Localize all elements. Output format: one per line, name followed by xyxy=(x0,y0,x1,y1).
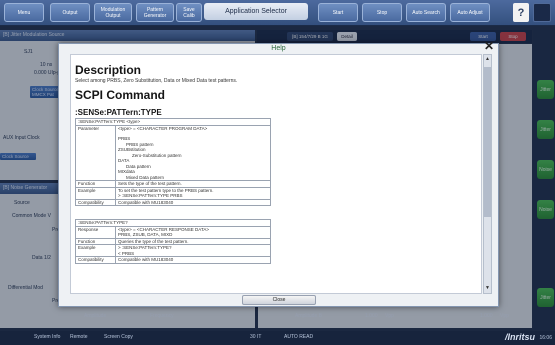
help-content: Description Select among PRBS, Zero Subs… xyxy=(70,54,482,294)
scroll-thumb[interactable] xyxy=(484,67,491,217)
help-button[interactable]: ? xyxy=(513,3,529,22)
system-info-button[interactable]: System Info xyxy=(34,334,60,340)
help-title: Help xyxy=(271,45,286,52)
output-button[interactable]: Output xyxy=(50,3,90,22)
scroll-down-icon[interactable]: ▼ xyxy=(484,284,491,293)
top-toolbar: Menu Output Modulation Output Pattern Ge… xyxy=(0,0,555,26)
screen-copy-button[interactable]: Screen Copy xyxy=(104,334,133,340)
response-key: Response xyxy=(75,225,116,239)
compatibility-key: Compatibility xyxy=(75,198,116,206)
auto-search-button[interactable]: Auto Search xyxy=(406,3,446,22)
example-cell: To set the test pattern type to the PRBS… xyxy=(115,186,271,200)
description-text: Select among PRBS, Zero Substitution, Da… xyxy=(75,78,238,84)
start-button[interactable]: Start xyxy=(318,3,358,22)
stop-button[interactable]: Stop xyxy=(362,3,402,22)
status-bar: System Info Remote Screen Copy 30 IT AUT… xyxy=(0,331,555,345)
example-key: Example xyxy=(75,186,116,200)
pattern-generator-button[interactable]: Pattern Generator xyxy=(136,3,174,22)
scpi-heading: SCPI Command xyxy=(75,88,166,102)
compatibility-value: Compatible with MU183040 xyxy=(115,198,271,206)
command-name: :SENSe:PATTern:TYPE xyxy=(75,108,162,117)
help-close-icon[interactable]: ✕ xyxy=(482,39,496,53)
remote-button[interactable]: Remote xyxy=(70,334,88,340)
parameter-cell: <type> = <CHARACTER PROGRAM DATA> PRBS P… xyxy=(115,124,271,181)
example-value-2: > :SENSe:PATTern:TYPE PRBS xyxy=(118,193,183,198)
menu-button[interactable]: Menu xyxy=(4,3,44,22)
query-example-key: Example xyxy=(75,244,116,257)
help-scrollbar[interactable]: ▲ ▼ xyxy=(483,54,492,294)
panel-toggle-icon[interactable] xyxy=(533,3,551,22)
description-heading: Description xyxy=(75,63,142,77)
anritsu-logo: /Inritsu xyxy=(504,332,535,342)
auto-read-text: AUTO READ xyxy=(284,334,314,340)
query-example-cell: > :SENSe:PATTern:TYPE? < PRBS xyxy=(115,244,271,257)
auto-adjust-button[interactable]: Auto Adjust xyxy=(450,3,490,22)
close-button[interactable]: Close xyxy=(242,295,316,305)
scroll-up-icon[interactable]: ▲ xyxy=(484,55,491,64)
response-cell: <type> = <CHARACTER RESPONSE DATA> PRBS,… xyxy=(115,225,271,239)
modulation-output-button[interactable]: Modulation Output xyxy=(94,3,132,22)
command-query-table: :SENSe:PATTern:TYPE? Response <type> = <… xyxy=(75,219,271,264)
save-calib-button[interactable]: Save Calib xyxy=(176,3,202,22)
application-selector-button[interactable]: Application Selector xyxy=(204,3,308,20)
query-compatibility-key: Compatibility xyxy=(75,256,116,264)
help-dialog: Help ✕ Description Select among PRBS, Ze… xyxy=(58,39,499,307)
clock: 16:06 xyxy=(539,335,552,341)
status-mid-text: 30 IT xyxy=(250,334,262,340)
response-value-2: PRBS, ZSUB, DATA, MIXD xyxy=(118,232,173,237)
command-set-table: :SENSe:PATTern:TYPE <type> Parameter <ty… xyxy=(75,118,271,206)
option-mixdata-desc: Mixed Data pattern xyxy=(126,174,165,180)
query-compatibility-value: Compatible with MU183040 xyxy=(115,256,271,264)
query-example-value-2: < PRBS xyxy=(118,250,135,256)
parameter-key: Parameter xyxy=(75,124,116,181)
